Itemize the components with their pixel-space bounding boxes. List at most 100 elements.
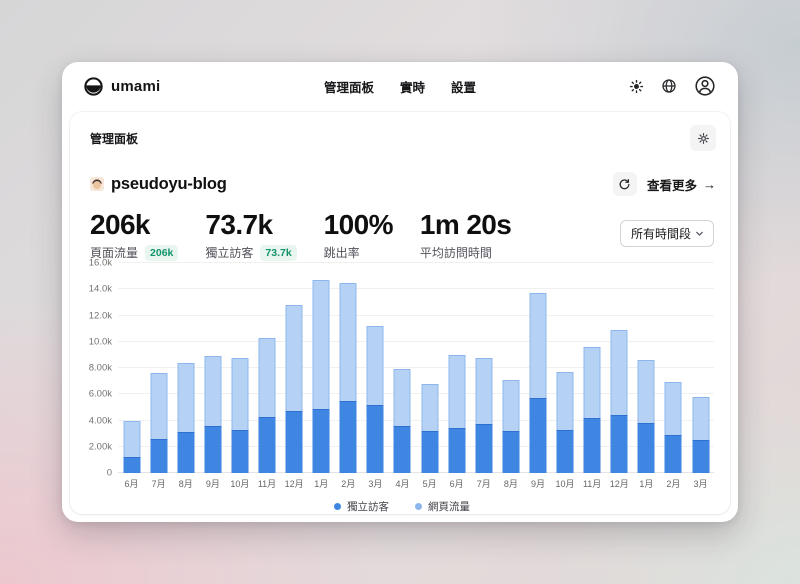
visitors-bar: [259, 417, 276, 473]
chart-bar[interactable]: 3月: [362, 263, 389, 473]
x-axis-tick: 5月: [423, 477, 437, 490]
visitors-bar: [692, 440, 709, 473]
umami-logo-icon: [84, 77, 103, 96]
language-globe-icon[interactable]: [661, 78, 677, 94]
chart-bar[interactable]: 12月: [281, 263, 308, 473]
breadcrumb: 管理面板: [90, 130, 138, 147]
y-axis-tick: 14.0k: [89, 284, 112, 295]
nav-item-realtime[interactable]: 實時: [400, 77, 425, 96]
y-axis-tick: 0: [107, 468, 112, 479]
x-axis-tick: 7月: [152, 477, 166, 490]
chart-bar[interactable]: 9月: [524, 263, 551, 473]
site-favicon: [90, 177, 104, 191]
chart-bar[interactable]: 10月: [226, 263, 253, 473]
metric-value: 1m 20s: [420, 210, 511, 239]
metric-value: 206k: [90, 210, 178, 239]
site-header-row: pseudoyu-blog 查看更多 →: [90, 172, 716, 196]
profile-avatar-icon[interactable]: [694, 75, 716, 97]
visitors-bar: [557, 430, 574, 473]
metric-value: 73.7k: [205, 210, 296, 239]
x-axis-tick: 12月: [285, 477, 304, 490]
metric-value: 100%: [324, 210, 393, 239]
visitors-bar: [313, 409, 330, 473]
y-axis-tick: 4.00k: [89, 415, 112, 426]
metric-visitors: 73.7k 獨立訪客 73.7k: [205, 210, 296, 261]
y-axis-tick: 12.0k: [89, 310, 112, 321]
legend-label: 網頁流量: [428, 499, 470, 514]
chart-bar[interactable]: 8月: [172, 263, 199, 473]
metric-bounce-rate: 100% 跳出率: [324, 210, 393, 261]
nav-item-settings[interactable]: 設置: [451, 77, 476, 96]
chart-bar[interactable]: 11月: [253, 263, 280, 473]
nav-item-dashboard[interactable]: 管理面板: [324, 77, 374, 96]
date-range-dropdown[interactable]: 所有時間段: [620, 220, 714, 247]
metric-change-badge: 206k: [145, 245, 178, 261]
view-more-link[interactable]: 查看更多 →: [647, 175, 716, 194]
chart-bar[interactable]: 6月: [118, 263, 145, 473]
legend-item[interactable]: 獨立訪客: [334, 499, 389, 514]
brand[interactable]: umami: [84, 77, 160, 96]
chart-plot-area: 02.00k4.00k6.00k8.00k10.0k12.0k14.0k16.0…: [118, 263, 714, 473]
x-axis-tick: 12月: [610, 477, 629, 490]
bar-columns: 6月7月8月9月10月11月12月1月2月3月4月5月6月7月8月9月10月11…: [118, 263, 714, 473]
x-axis-tick: 2月: [666, 477, 680, 490]
x-axis-tick: 2月: [341, 477, 355, 490]
x-axis-tick: 4月: [395, 477, 409, 490]
visitors-bar: [231, 430, 248, 473]
visitors-bar: [286, 411, 303, 473]
x-axis-tick: 3月: [368, 477, 382, 490]
chart-bar[interactable]: 1月: [633, 263, 660, 473]
x-axis-tick: 1月: [639, 477, 653, 490]
chart-bar[interactable]: 12月: [606, 263, 633, 473]
refresh-button[interactable]: [613, 172, 637, 196]
x-axis-tick: 8月: [179, 477, 193, 490]
chart-bar[interactable]: 8月: [497, 263, 524, 473]
site-identity: pseudoyu-blog: [90, 175, 227, 194]
app-window: umami 管理面板 實時 設置: [62, 62, 738, 522]
chart-bar[interactable]: 7月: [145, 263, 172, 473]
legend-dot-icon: [334, 503, 341, 510]
chart-bar[interactable]: 11月: [579, 263, 606, 473]
x-axis-tick: 10月: [556, 477, 575, 490]
visitors-bar: [611, 415, 628, 473]
x-axis-tick: 10月: [230, 477, 249, 490]
chart-bar[interactable]: 2月: [660, 263, 687, 473]
legend-label: 獨立訪客: [347, 499, 389, 514]
y-axis-tick: 2.00k: [89, 441, 112, 452]
chart-bar[interactable]: 1月: [308, 263, 335, 473]
dashboard-settings-button[interactable]: [690, 125, 716, 151]
x-axis-tick: 9月: [531, 477, 545, 490]
chart-bar[interactable]: 4月: [389, 263, 416, 473]
visitors-bar: [177, 432, 194, 473]
legend-dot-icon: [415, 503, 422, 510]
chevron-down-icon: [694, 228, 705, 239]
visitors-bar: [638, 423, 655, 473]
metric-avg-visit-time: 1m 20s 平均訪問時間: [420, 210, 511, 261]
metric-label: 平均訪問時間: [420, 244, 492, 261]
chart-bar[interactable]: 3月: [687, 263, 714, 473]
chart-bar[interactable]: 2月: [335, 263, 362, 473]
chart-bar[interactable]: 6月: [443, 263, 470, 473]
app-header: umami 管理面板 實時 設置: [62, 62, 738, 110]
visitors-bar: [665, 435, 682, 473]
chart-bar[interactable]: 9月: [199, 263, 226, 473]
visitors-bar: [367, 405, 384, 473]
site-name: pseudoyu-blog: [111, 175, 227, 194]
x-axis-tick: 11月: [583, 477, 601, 490]
gear-icon: [697, 132, 710, 145]
y-axis-tick: 16.0k: [89, 258, 112, 269]
y-axis-tick: 6.00k: [89, 389, 112, 400]
main-nav: 管理面板 實時 設置: [324, 77, 476, 96]
theme-toggle-sun-icon[interactable]: [629, 79, 644, 94]
chart-bar[interactable]: 5月: [416, 263, 443, 473]
x-axis-tick: 6月: [125, 477, 139, 490]
chart-bar[interactable]: 10月: [552, 263, 579, 473]
chart-bar[interactable]: 7月: [470, 263, 497, 473]
traffic-bar-chart: 02.00k4.00k6.00k8.00k10.0k12.0k14.0k16.0…: [90, 263, 714, 495]
visitors-bar: [502, 431, 519, 473]
legend-item[interactable]: 網頁流量: [415, 499, 470, 514]
x-axis-tick: 6月: [450, 477, 464, 490]
visitors-bar: [529, 398, 546, 473]
x-axis-tick: 7月: [477, 477, 491, 490]
metric-label: 跳出率: [324, 244, 360, 261]
